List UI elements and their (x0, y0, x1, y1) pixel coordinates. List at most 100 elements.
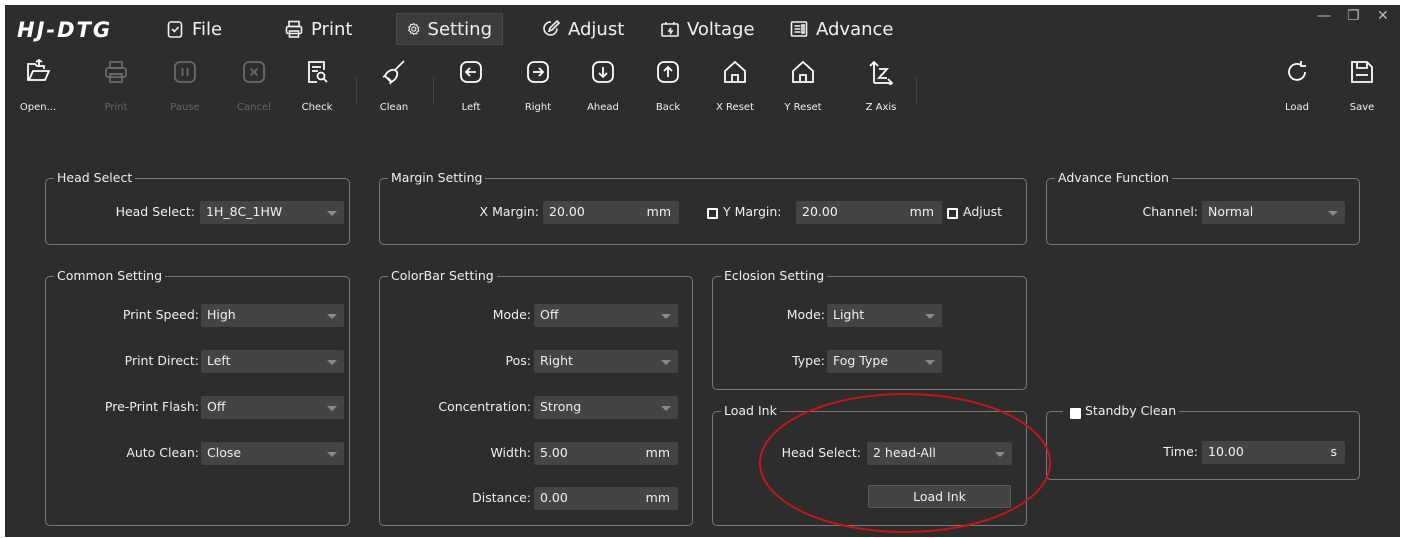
chevron-down-icon (327, 211, 337, 216)
concentration-dropdown[interactable]: Strong (534, 396, 678, 419)
open-button[interactable]: Open... (8, 57, 68, 119)
width-unit: mm (645, 445, 670, 460)
channel-value: Normal (1208, 204, 1254, 219)
menu-adjust[interactable]: Adjust (531, 13, 634, 45)
printer-icon (105, 61, 127, 83)
distance-value: 0.00 (540, 490, 568, 505)
x-reset-button[interactable]: X Reset (705, 57, 765, 119)
advance-function-title: Advance Function (1055, 170, 1172, 186)
home-icon (792, 60, 814, 83)
y-reset-button[interactable]: Y Reset (773, 57, 833, 119)
check-button[interactable]: Check (287, 57, 347, 119)
open-folder-icon (27, 59, 51, 81)
y-margin-label: Y Margin: (723, 204, 782, 219)
menu-setting-label: Setting (427, 18, 492, 40)
left-button[interactable]: Left (441, 57, 501, 119)
head-select-title: Head Select (54, 170, 136, 186)
head-select-label: Head Select: (115, 204, 195, 219)
check-label: Check (301, 102, 333, 113)
x-margin-label: X Margin: (479, 204, 539, 219)
pause-button: Pause (155, 57, 215, 119)
print-speed-dropdown[interactable]: High (201, 304, 344, 327)
distance-label: Distance: (472, 490, 531, 505)
app-window: HJ-DTG File Print Setting Adjust Voltage… (5, 5, 1400, 537)
save-button[interactable]: Save (1332, 57, 1392, 119)
battery-icon (661, 22, 679, 37)
standby-time-input[interactable]: 10.00 s (1202, 441, 1345, 464)
advance-function-panel: Advance Function Channel: Normal (1046, 170, 1360, 245)
y-margin-unit: mm (909, 204, 934, 219)
back-button[interactable]: Back (638, 57, 698, 119)
y-margin-value: 20.00 (802, 204, 838, 219)
eclosion-type-dropdown[interactable]: Fog Type (827, 350, 942, 373)
colorbar-setting-title: ColorBar Setting (388, 268, 497, 284)
eclosion-mode-label: Mode: (786, 307, 825, 322)
restore-button[interactable]: ❐ (1347, 8, 1360, 24)
print-label: Print (104, 102, 128, 113)
pre-print-flash-dropdown[interactable]: Off (201, 396, 344, 419)
menu-setting[interactable]: Setting (396, 13, 503, 45)
menu-print[interactable]: Print (274, 13, 362, 45)
arrow-up-icon (657, 61, 679, 83)
load-ink-title: Load Ink (721, 403, 780, 419)
chevron-down-icon (925, 314, 935, 319)
menu-voltage-label: Voltage (687, 18, 755, 40)
right-label: Right (524, 102, 552, 113)
y-margin-input[interactable]: 20.00 mm (796, 201, 942, 224)
concentration-label: Concentration: (438, 399, 531, 414)
cancel-icon (243, 61, 265, 83)
pause-icon (174, 61, 196, 83)
arrow-left-icon (460, 61, 482, 83)
brush-icon (382, 60, 405, 85)
menu-voltage[interactable]: Voltage (650, 13, 765, 45)
menu-advance[interactable]: Advance (779, 13, 903, 45)
colorbar-pos-dropdown[interactable]: Right (534, 350, 678, 373)
load-button[interactable]: Load (1267, 57, 1327, 119)
colorbar-pos-value: Right (540, 353, 573, 368)
x-margin-unit: mm (646, 204, 671, 219)
chevron-down-icon (327, 406, 337, 411)
app-logo: HJ-DTG (17, 18, 113, 42)
colorbar-mode-dropdown[interactable]: Off (534, 304, 678, 327)
close-button[interactable]: ✕ (1377, 8, 1389, 24)
arrow-down-icon (592, 61, 614, 83)
right-button[interactable]: Right (508, 57, 568, 119)
standby-clean-panel: Standby Clean Time: 10.00 s (1046, 403, 1360, 480)
x-reset-label: X Reset (716, 102, 754, 113)
toolbar: Open... Print Pause Cancel Check Clean L… (5, 51, 1400, 125)
x-margin-input[interactable]: 20.00 mm (543, 201, 679, 224)
eclosion-type-label: Type: (792, 353, 825, 368)
chevron-down-icon (925, 360, 935, 365)
print-direct-label: Print Direct: (124, 353, 199, 368)
clean-button[interactable]: Clean (364, 57, 424, 119)
ahead-button[interactable]: Ahead (573, 57, 633, 119)
eclosion-setting-title: Eclosion Setting (721, 268, 828, 284)
arrow-right-icon (527, 61, 549, 83)
chevron-down-icon (327, 360, 337, 365)
standby-clean-checkbox[interactable] (1070, 408, 1081, 419)
menu-file[interactable]: File (155, 13, 232, 45)
standby-time-label: Time: (1163, 444, 1198, 459)
distance-input[interactable]: 0.00 mm (534, 487, 678, 510)
clean-label: Clean (379, 102, 409, 113)
head-select-dropdown[interactable]: 1H_8C_1HW (200, 201, 344, 224)
eclosion-mode-value: Light (833, 307, 865, 322)
menu-file-label: File (192, 18, 223, 40)
y-margin-checkbox[interactable] (707, 208, 718, 219)
width-input[interactable]: 5.00 mm (534, 442, 678, 465)
auto-clean-dropdown[interactable]: Close (201, 442, 344, 465)
colorbar-mode-label: Mode: (492, 307, 531, 322)
printer-icon (285, 20, 303, 38)
adjust-checkbox[interactable] (947, 208, 958, 219)
home-icon (724, 60, 746, 83)
width-value: 5.00 (540, 445, 568, 460)
channel-dropdown[interactable]: Normal (1202, 201, 1345, 224)
menu-advance-label: Advance (816, 18, 894, 40)
chevron-down-icon (661, 314, 671, 319)
minimize-button[interactable]: — (1317, 8, 1331, 24)
eclosion-setting-panel: Eclosion Setting Mode: Light Type: Fog T… (712, 268, 1027, 390)
z-axis-button[interactable]: Z Axis (851, 57, 911, 119)
pre-print-flash-label: Pre-Print Flash: (104, 399, 199, 414)
print-direct-dropdown[interactable]: Left (201, 350, 344, 373)
eclosion-mode-dropdown[interactable]: Light (827, 304, 942, 327)
